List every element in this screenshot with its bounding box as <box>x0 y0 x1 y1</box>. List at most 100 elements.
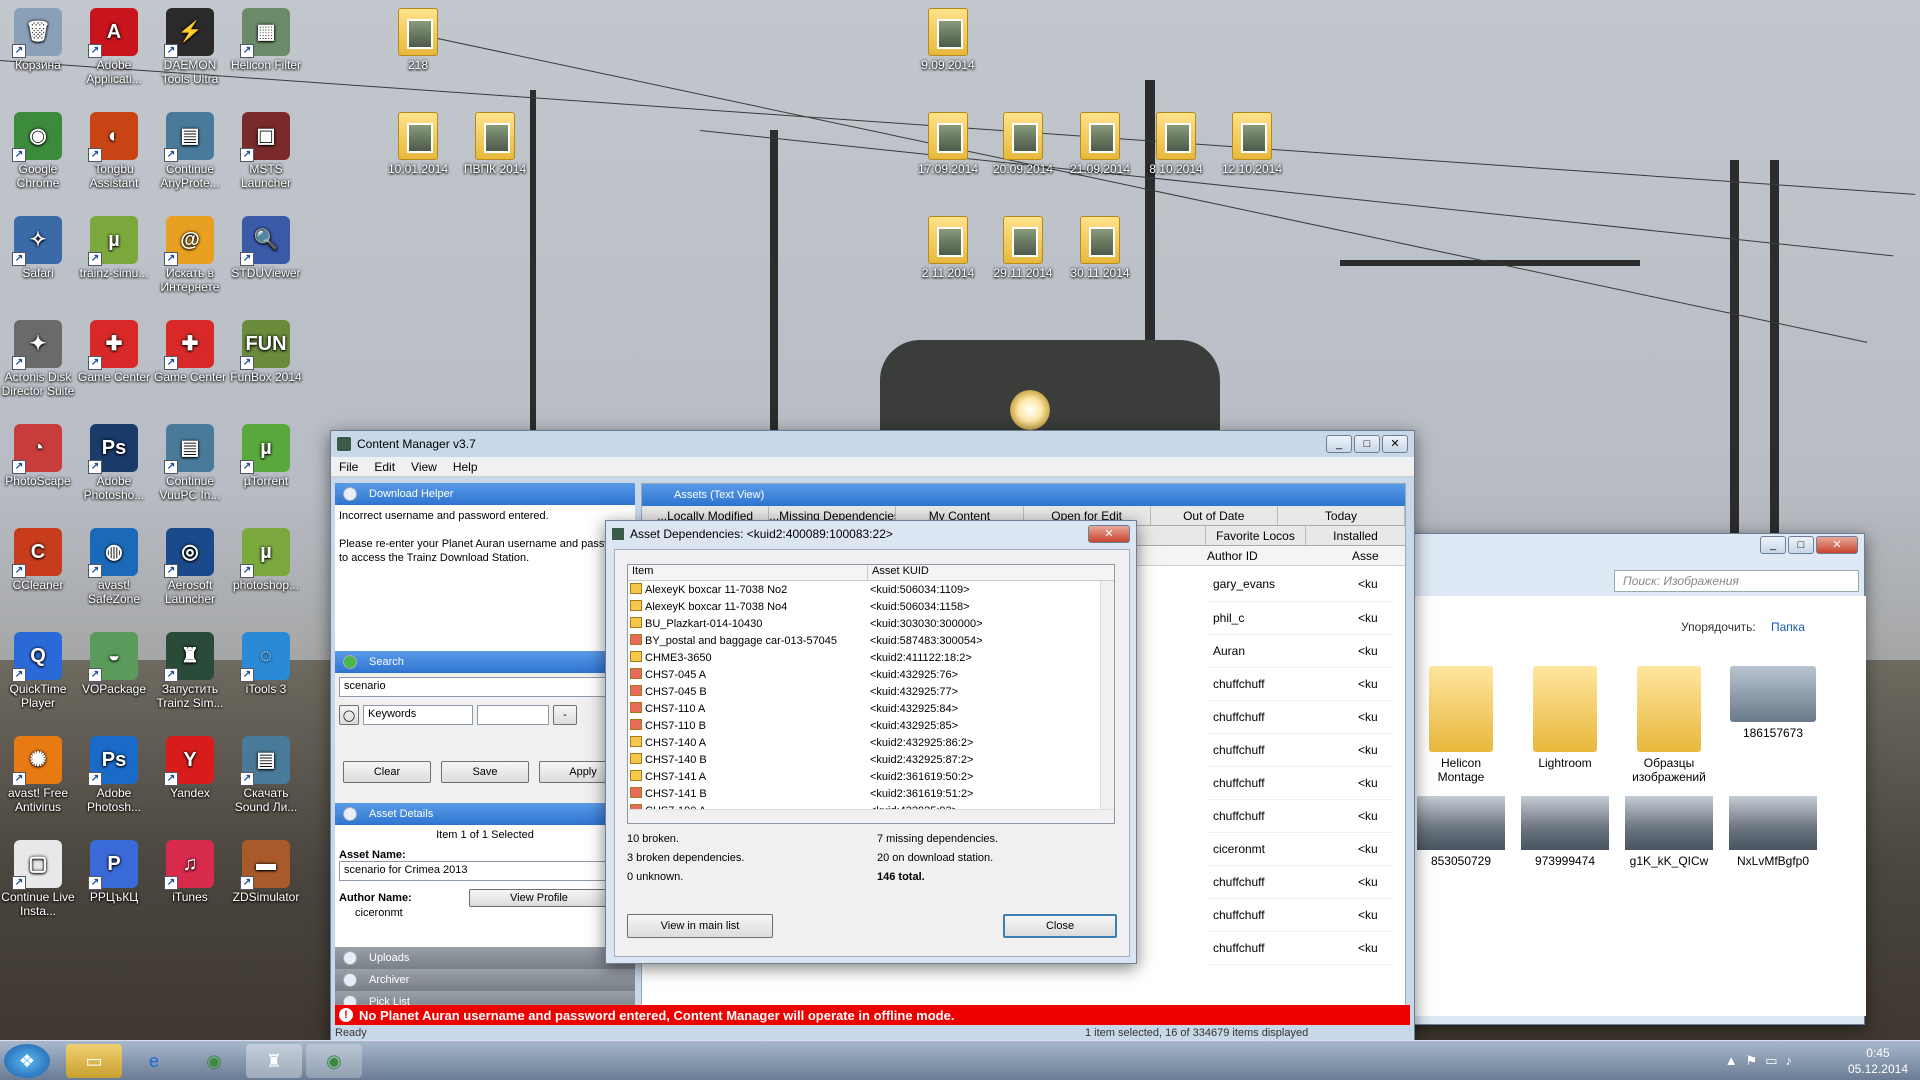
table-row[interactable]: chuffchuff <ku <box>1207 865 1392 899</box>
list-item[interactable]: CHME3-3650 <kuid2:411122:18:2> <box>628 649 1098 666</box>
explorer-item[interactable]: Helicon Montage <box>1416 666 1506 784</box>
list-item[interactable]: BY_postal and baggage car-013-57045 <kuid… <box>628 632 1098 649</box>
col-kuid-header[interactable]: Asset KUID <box>868 565 929 580</box>
list-item[interactable]: AlexeyK boxcar 11-7038 No4 <kuid:506034:1… <box>628 598 1098 615</box>
view-in-main-list-button[interactable]: View in main list <box>627 914 773 938</box>
list-item[interactable]: AlexeyK boxcar 11-7038 No2 <kuid:506034:1… <box>628 581 1098 598</box>
explorer-item[interactable]: 186157673 <box>1728 666 1818 784</box>
desktop-icon[interactable]: ◎ ↗ Aerosoft Launcher <box>152 528 228 606</box>
desktop-folder[interactable]: 2.11.2014 <box>910 216 986 280</box>
asset-dependencies-dialog[interactable]: Asset Dependencies: <kuid2:400089:100083… <box>605 520 1137 964</box>
desktop-icon[interactable]: C ↗ CCleaner <box>0 528 76 592</box>
desktop-icon[interactable]: ♜ ↗ Запустить Trainz Sim... <box>152 632 228 710</box>
list-item[interactable]: BU_Plazkart-014-10430 <kuid:303030:300000… <box>628 615 1098 632</box>
explorer-window[interactable]: _ □ ✕ Поиск: Изображения Упорядочить: Па… <box>1395 533 1866 1025</box>
desktop-icon[interactable]: ◉ ↗ Google Chrome <box>0 112 76 190</box>
desktop-folder[interactable]: 21.09.2014 <box>1062 112 1138 176</box>
desktop-folder[interactable]: 218 <box>380 8 456 72</box>
search-option-button[interactable]: ◯ <box>339 705 359 725</box>
desktop-icon[interactable]: ▣ ↗ MSTS Launcher <box>228 112 304 190</box>
system-tray[interactable]: ▲⚑▭♪ <box>1725 1053 1800 1069</box>
desktop-folder[interactable]: ПВПК 2014 <box>457 112 533 176</box>
search-header[interactable]: Search <box>335 651 635 673</box>
desktop-icon[interactable]: ▤ ↗ Continue VuuPC In... <box>152 424 228 502</box>
explorer-item[interactable]: Lightroom <box>1520 666 1610 784</box>
desktop-icon[interactable]: µ ↗ photoshop... <box>228 528 304 592</box>
desktop-icon[interactable]: @ ↗ Искать в Интернете <box>152 216 228 294</box>
filter-tab[interactable]: Out of Date <box>1151 506 1278 525</box>
asset-details-header[interactable]: Asset Details <box>335 803 635 825</box>
desktop-folder[interactable]: 30.11.2014 <box>1062 216 1138 280</box>
table-row[interactable]: chuffchuff <ku <box>1207 667 1392 701</box>
menu-item[interactable]: Edit <box>366 460 403 474</box>
desktop-icon[interactable]: ▬ ↗ ZDSimulator <box>228 840 304 904</box>
desktop-folder[interactable]: 20.09.2014 <box>985 112 1061 176</box>
menu-item[interactable]: View <box>403 460 445 474</box>
desktop-icon[interactable]: ▤ ↗ Continue AnyProte... <box>152 112 228 190</box>
desktop-icon[interactable]: FUN ↗ FunBox 2014 <box>228 320 304 384</box>
dependency-list[interactable]: Item Asset KUID AlexeyK boxcar 11-7038 N… <box>627 564 1115 824</box>
desktop-icon[interactable]: ✦ ↗ Acronis Disk Director Suite <box>0 320 76 398</box>
desktop-folder[interactable]: 29.11.2014 <box>985 216 1061 280</box>
list-item[interactable]: CHS7-141 B <kuid2:361619:51:2> <box>628 785 1098 802</box>
table-row[interactable]: chuffchuff <ku <box>1207 733 1392 767</box>
horizontal-scrollbar[interactable] <box>628 809 1114 823</box>
desktop-folder[interactable]: 9.09.2014 <box>910 8 986 72</box>
explorer-item[interactable]: Образцы изображений <box>1624 666 1714 784</box>
table-row[interactable]: phil_c <ku <box>1207 601 1392 635</box>
table-row[interactable]: chuffchuff <ku <box>1207 898 1392 932</box>
explorer-item[interactable]: NxLvMfBgfp0 <box>1728 796 1818 868</box>
list-item[interactable]: CHS7-140 A <kuid2:432925:86:2> <box>628 734 1098 751</box>
col-item-header[interactable]: Item <box>628 565 868 580</box>
filter-tab[interactable]: Today <box>1278 506 1406 525</box>
explorer-item[interactable]: 973999474 <box>1520 796 1610 868</box>
assets-tab-header[interactable]: Assets (Text View) <box>642 484 1405 506</box>
minimize-button[interactable]: _ <box>1326 435 1352 453</box>
desktop-icon[interactable]: 🗑 ↗ Корзина <box>0 8 76 72</box>
close-button[interactable]: ✕ <box>1088 525 1130 543</box>
desktop-icon[interactable]: µ ↗ trainz-simu... <box>76 216 152 280</box>
desktop-icon[interactable]: 🔍 ↗ STDUViewer <box>228 216 304 280</box>
desktop-icon[interactable]: ▢ ↗ Continue Live Insta... <box>0 840 76 918</box>
clear-button[interactable]: Clear <box>343 761 431 783</box>
filter-tab[interactable]: Favorite Locos <box>1205 526 1305 545</box>
table-row[interactable]: ciceronmt <ku <box>1207 832 1392 866</box>
desktop-icon[interactable]: ✧ ↗ Safari <box>0 216 76 280</box>
close-button[interactable]: ✕ <box>1382 435 1408 453</box>
list-item[interactable]: CHS7-140 B <kuid2:432925:87:2> <box>628 751 1098 768</box>
desktop-icon[interactable]: ◌ ↗ iTools 3 <box>228 632 304 696</box>
desktop-icon[interactable]: Q ↗ QuickTime Player <box>0 632 76 710</box>
explorer-taskbar-icon[interactable]: ▭ <box>66 1044 122 1078</box>
archiver-header[interactable]: Archiver <box>335 969 635 991</box>
content-manager-taskbar-icon[interactable]: ♜ <box>246 1044 302 1078</box>
vertical-scrollbar[interactable] <box>1100 581 1114 811</box>
desktop-icon[interactable]: A ↗ Adobe Applicati... <box>76 8 152 86</box>
search-input[interactable]: scenario <box>339 677 619 697</box>
clock[interactable]: 0:45 05.12.2014 <box>1848 1045 1908 1077</box>
asset-name-field[interactable]: scenario for Crimea 2013 <box>339 861 609 881</box>
desktop-folder[interactable]: 8.10.2014 <box>1138 112 1214 176</box>
col-asset-header[interactable]: Asse <box>1352 549 1379 563</box>
desktop-icon[interactable]: P ↗ РРЦъКЦ <box>76 840 152 904</box>
desktop-icon[interactable]: µ ↗ µTorrent <box>228 424 304 488</box>
desktop-icon[interactable]: ♫ ↗ iTunes <box>152 840 228 904</box>
close-button[interactable]: ✕ <box>1816 536 1858 554</box>
desktop-icon[interactable]: Y ↗ Yandex <box>152 736 228 800</box>
desktop-icon[interactable]: ✚ ↗ Game Center <box>76 320 152 384</box>
desktop-icon[interactable]: ◔ ↗ PhotoScape <box>0 424 76 488</box>
desktop-icon[interactable]: ✚ ↗ Game Center <box>152 320 228 384</box>
desktop-icon[interactable]: ◐ ↗ Tongbu Assistant <box>76 112 152 190</box>
list-item[interactable]: CHS7-110 B <kuid:432925:85> <box>628 717 1098 734</box>
remove-filter-button[interactable]: - <box>553 705 577 725</box>
menu-item[interactable]: File <box>331 460 366 474</box>
desktop-icon[interactable]: ⚡ ↗ DAEMON Tools Ultra <box>152 8 228 86</box>
start-button[interactable]: ❖ <box>4 1044 50 1078</box>
desktop-icon[interactable]: ◍ ↗ avast! SafeZone <box>76 528 152 606</box>
dep-close-button[interactable]: Close <box>1003 914 1117 938</box>
filter-tab[interactable]: Installed <box>1305 526 1405 545</box>
desktop-icon[interactable]: ▤ ↗ Скачать Sound Ли... <box>228 736 304 814</box>
list-item[interactable]: CHS7-045 A <kuid:432925:76> <box>628 666 1098 683</box>
keywords-select[interactable]: Keywords <box>363 705 473 725</box>
explorer-search-input[interactable]: Поиск: Изображения <box>1614 570 1859 592</box>
table-row[interactable]: chuffchuff <ku <box>1207 766 1392 800</box>
